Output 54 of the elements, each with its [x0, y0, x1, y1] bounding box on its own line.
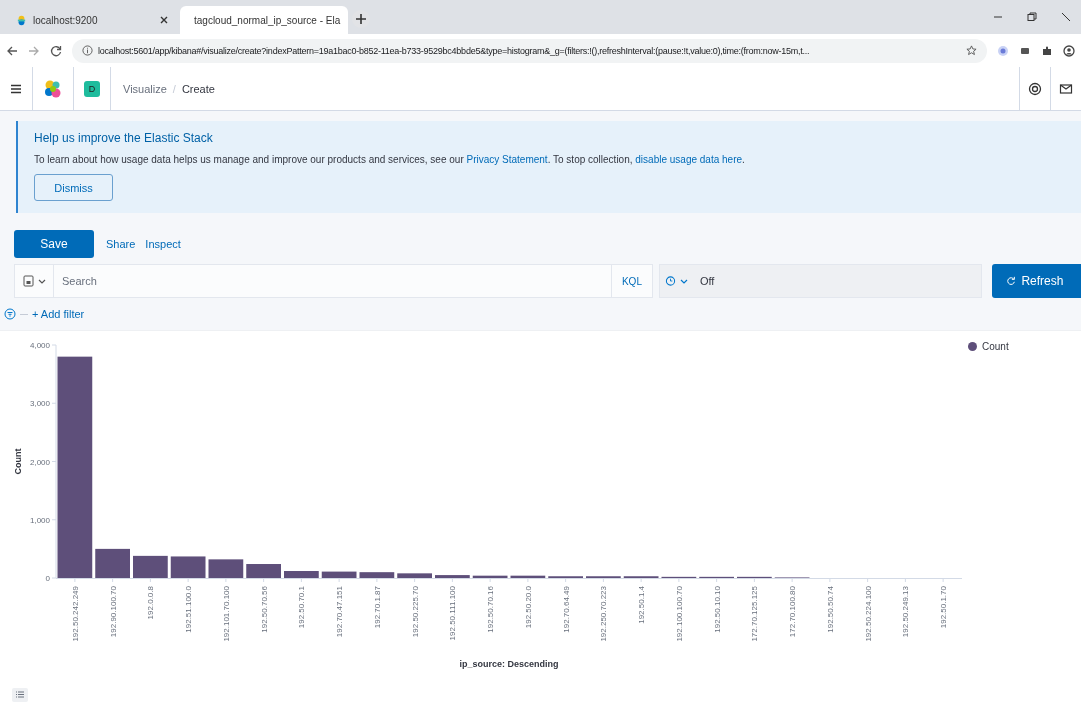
dismiss-button[interactable]: Dismiss: [34, 174, 113, 201]
add-filter-link[interactable]: + Add filter: [32, 308, 85, 320]
x-axis-title: ip_source: Descending: [459, 659, 559, 669]
breadcrumb-separator: /: [172, 82, 176, 95]
space-avatar[interactable]: D: [84, 80, 100, 97]
refresh-button[interactable]: Refresh: [992, 264, 1081, 298]
x-tick-label: 192.50.50.74: [825, 586, 835, 633]
x-tick-label: 192.50.225.70: [410, 586, 420, 638]
legend-label: Count: [982, 341, 1009, 352]
address-bar[interactable]: localhost:5601/app/kibana#/visualize/create?indexPattern=19a1bac0-b852-11ea-b733-9529bc4bbde5&type=histogram&_g=(filters:!(),refreshInterval:(pause:!t,value:0),time:(from:now-15m,t...: [72, 38, 987, 63]
x-tick-label: 192.70.1.87: [372, 586, 382, 629]
callout-title: Help us improve the Elastic Stack: [34, 131, 214, 145]
url-text: localhost:5601/app/kibana#/visualize/create?indexPattern=19a1bac0-b852-11ea-b733-9529bc4bbde5&type=histogram&_g=(filters:!(),refreshInterval:(pause:!t,value:0),time:(from:now-15m,t...: [98, 45, 811, 56]
y-tick-label: 3,000: [29, 399, 50, 409]
x-tick-label: 192.50.1.4: [637, 586, 647, 624]
x-tick-label: 192.250.70.223: [599, 586, 609, 642]
x-tick-label: 172.70.125.125: [750, 586, 760, 642]
browser-tab[interactable]: tagcloud_normal_ip_source - Ela: [180, 6, 348, 34]
time-range-text: Off: [698, 275, 715, 287]
x-tick-label: 192.50.1.70: [939, 586, 949, 629]
breadcrumb[interactable]: Visualize: [123, 82, 167, 95]
toolbar-link[interactable]: Inspect: [145, 238, 181, 250]
x-tick-label: 192.101.70.100: [221, 586, 231, 642]
x-tick-label: 192.50.249.13: [901, 586, 911, 638]
x-tick-label: 192.70.64.49: [561, 586, 571, 633]
y-tick-label: 2,000: [29, 457, 50, 467]
x-tick-label: 192.50.70.1: [297, 586, 307, 629]
y-axis-title: Count: [13, 448, 23, 475]
language-button[interactable]: KQL: [610, 264, 653, 298]
callout-text: To learn about how usage data helps us manage and improve our products and services, see our Privacy Statement. To stop collection, disable usage data here.: [34, 154, 746, 165]
browser-tab[interactable]: localhost:9200: [8, 6, 176, 34]
x-tick-label: 192.50.10.10: [712, 586, 722, 633]
text-link[interactable]: Privacy Statement: [466, 154, 548, 165]
breadcrumb[interactable]: Create: [181, 82, 215, 95]
save-button[interactable]: Save: [14, 230, 94, 258]
x-tick-label: 192.100.100.70: [674, 586, 684, 642]
x-tick-label: 192.50.70.16: [486, 586, 496, 633]
y-tick-label: 4,000: [29, 341, 50, 350]
x-tick-label: 192.50.111.100: [448, 586, 458, 641]
y-tick-label: 1,000: [29, 515, 50, 525]
x-tick-label: 192.50.20.0: [523, 586, 533, 629]
legend-item[interactable]: Count: [968, 341, 1009, 352]
x-tick-label: 192.50.242.249: [70, 586, 80, 642]
x-tick-label: 192.70.47.151: [335, 586, 345, 638]
x-tick-label: 172.70.100.80: [788, 586, 798, 638]
x-tick-label: 192.51.100.0: [184, 586, 194, 633]
y-tick-label: 0: [45, 574, 50, 583]
x-tick-label: 192.90.100.70: [108, 586, 118, 638]
time-picker-field[interactable]: Off: [658, 264, 983, 298]
x-tick-label: 192.0.0.8: [146, 586, 156, 620]
x-tick-label: 192.50.224.100: [863, 586, 873, 642]
toolbar-link[interactable]: Share: [106, 238, 136, 250]
x-tick-label: 192.50.70.56: [259, 586, 269, 633]
search-field[interactable]: Search: [54, 264, 611, 298]
